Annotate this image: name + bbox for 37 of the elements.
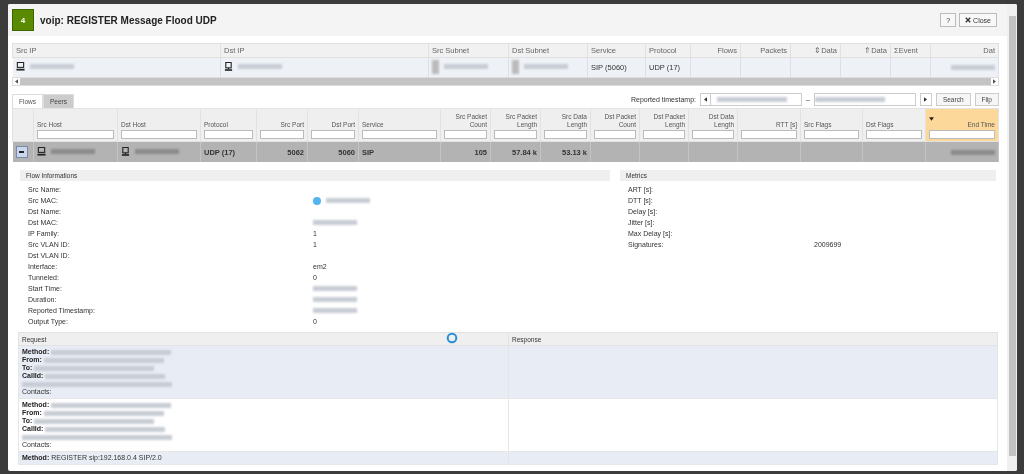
next-button[interactable] — [919, 93, 932, 106]
computer-icon — [15, 62, 25, 71]
redacted-value — [717, 97, 787, 102]
loading-spinner-icon — [446, 332, 458, 344]
filter-field[interactable] — [311, 130, 355, 139]
filter-field[interactable] — [494, 130, 537, 139]
horizontal-scrollbar[interactable] — [12, 77, 999, 86]
scroll-left-icon[interactable] — [15, 79, 18, 84]
filter-field[interactable] — [929, 130, 995, 139]
vertical-scrollbar[interactable] — [1007, 4, 1017, 471]
computer-icon — [224, 62, 233, 71]
filter-field[interactable] — [204, 130, 253, 139]
filter-field[interactable] — [544, 130, 587, 139]
dialog-title: voip: REGISTER Message Flood UDP — [40, 14, 217, 26]
scroll-right-icon[interactable] — [993, 79, 996, 84]
computer-icon — [121, 146, 130, 156]
filter-field[interactable] — [692, 130, 734, 139]
close-icon — [965, 17, 972, 23]
filter-field[interactable] — [741, 130, 797, 139]
filter-field[interactable] — [362, 130, 437, 139]
end-date-field[interactable] — [813, 93, 916, 106]
next-icon[interactable] — [924, 97, 928, 102]
sort-descending-icon — [929, 116, 934, 121]
filter-field[interactable] — [260, 130, 304, 139]
filter-field[interactable] — [804, 130, 859, 139]
filter-field[interactable] — [37, 130, 114, 139]
start-date-field[interactable] — [700, 93, 802, 106]
filter-field[interactable] — [866, 130, 922, 139]
collapse-button[interactable] — [15, 146, 28, 159]
filter-field[interactable] — [643, 130, 685, 139]
filter-field[interactable] — [121, 130, 197, 139]
computer-icon — [37, 146, 46, 156]
alert-badge: 4 — [12, 9, 34, 31]
previous-icon[interactable] — [704, 97, 707, 102]
filter-field[interactable] — [444, 130, 487, 139]
filter-field[interactable] — [594, 130, 636, 139]
redacted-value — [814, 97, 885, 102]
